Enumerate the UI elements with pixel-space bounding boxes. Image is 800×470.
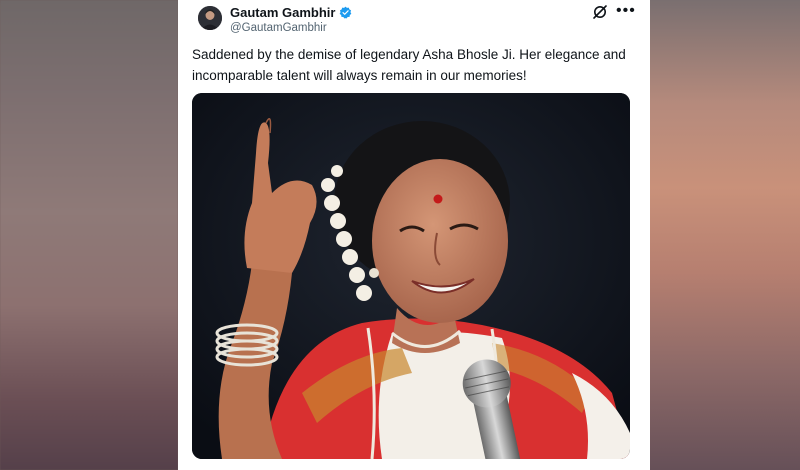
verified-badge-icon (340, 6, 352, 19)
tweet-header: Gautam Gambhir @GautamGambhir ••• (178, 0, 650, 42)
author-name-row: Gautam Gambhir (230, 5, 352, 20)
grok-icon[interactable] (592, 4, 608, 20)
display-name[interactable]: Gautam Gambhir (230, 5, 335, 20)
tweet-text: Saddened by the demise of legendary Asha… (192, 47, 626, 83)
tweet-card: Gautam Gambhir @GautamGambhir ••• Sadden… (178, 0, 650, 470)
avatar[interactable] (198, 6, 222, 30)
blurred-background-right (650, 0, 800, 470)
blurred-background-left (0, 0, 178, 470)
more-icon[interactable]: ••• (616, 2, 636, 20)
author-handle[interactable]: @GautamGambhir (230, 22, 327, 34)
tweet-photo[interactable] (192, 93, 630, 459)
